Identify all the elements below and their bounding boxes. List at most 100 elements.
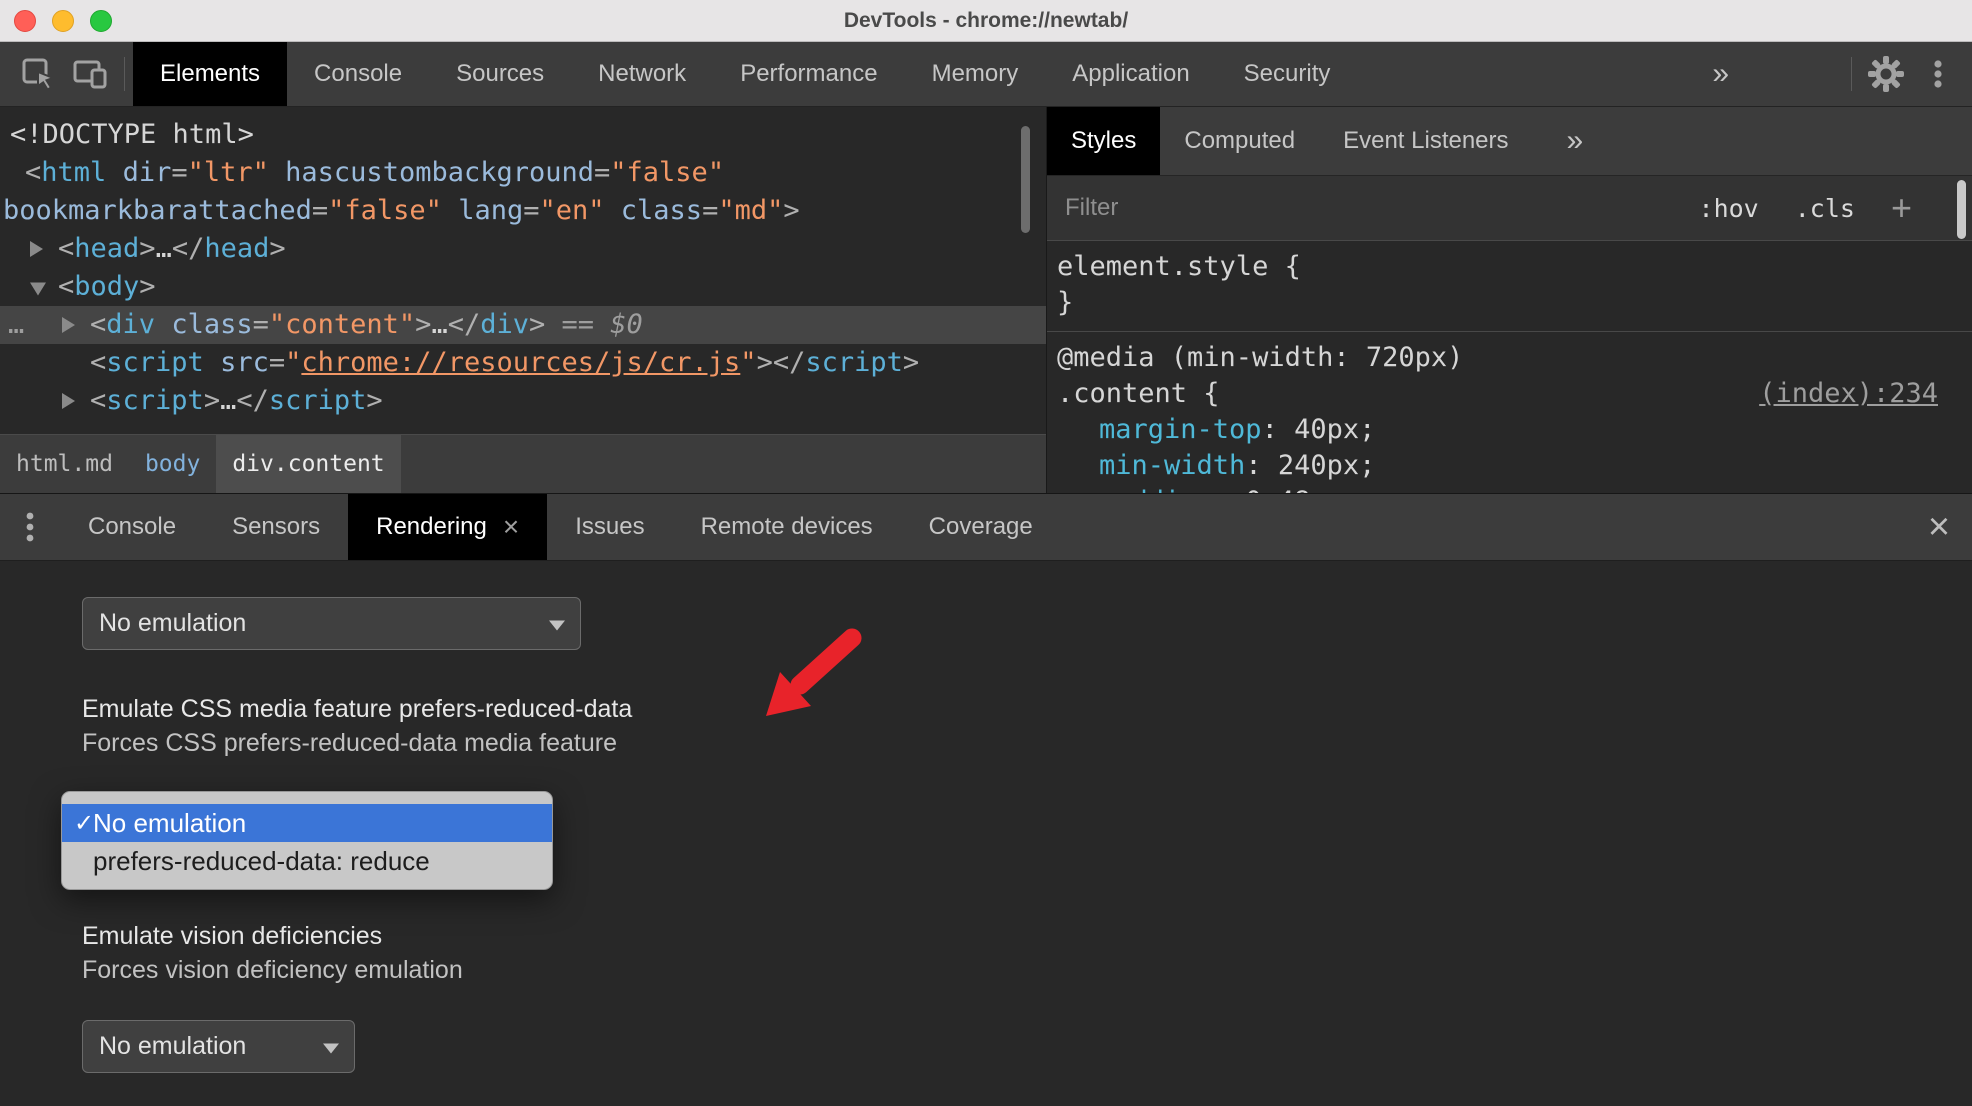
style-rule-line[interactable]: padding: 0 48px;	[1047, 484, 1972, 493]
close-drawer-icon[interactable]: ×	[1906, 494, 1972, 560]
style-rule-line[interactable]: .content { (index):234	[1047, 376, 1972, 412]
code-token: ;	[1359, 450, 1376, 481]
tab-label: Performance	[740, 60, 878, 87]
styles-filter-row: Filter :hov .cls +	[1047, 176, 1972, 241]
new-style-rule-button[interactable]: +	[1891, 190, 1912, 226]
tab-label: Console	[88, 513, 177, 540]
dom-tree-node[interactable]: bookmarkbarattached="false" lang="en" cl…	[0, 192, 1046, 230]
style-rule-line[interactable]: margin-top: 40px;	[1047, 412, 1972, 448]
code-token: >	[783, 195, 800, 226]
style-rule-line[interactable]: element.style {	[1047, 249, 1972, 285]
node-overflow-icon[interactable]: …	[8, 306, 25, 344]
settings-button[interactable]	[1860, 42, 1912, 106]
drawer-tab-issues[interactable]: Issues	[547, 494, 672, 560]
style-rule-line[interactable]: min-width: 240px;	[1047, 448, 1972, 484]
code-token: 0 48px	[1245, 486, 1343, 493]
disclosure-collapsed-icon[interactable]	[62, 393, 75, 409]
disclosure-collapsed-icon[interactable]	[30, 241, 43, 257]
code-token: "false"	[328, 195, 442, 226]
tab-application[interactable]: Application	[1045, 42, 1216, 106]
code-token: …	[220, 385, 237, 416]
breadcrumb: html.md body div.content	[0, 434, 1046, 493]
dom-tree-node[interactable]: <body>	[0, 268, 1046, 306]
close-tab-icon[interactable]: ×	[503, 513, 519, 541]
elements-scrollbar[interactable]	[1021, 126, 1030, 233]
code-token: :	[1245, 450, 1278, 481]
code-token: >	[415, 309, 432, 340]
code-token: >	[203, 385, 221, 416]
breadcrumb-item-body[interactable]: body	[129, 435, 216, 493]
drawer-tab-coverage[interactable]: Coverage	[901, 494, 1061, 560]
code-token: head	[74, 233, 140, 264]
dom-tree-node[interactable]: <script src="chrome://resources/js/cr.js…	[0, 344, 1046, 382]
more-styles-tabs-icon[interactable]: »	[1545, 107, 1606, 175]
dropdown-option-prefers-reduced-data-reduce[interactable]: prefers-reduced-data: reduce	[62, 842, 552, 880]
styles-filter-input[interactable]: Filter	[1065, 194, 1699, 222]
code-token: ;	[1343, 486, 1359, 493]
main-menu-button[interactable]	[1912, 42, 1964, 106]
tab-elements[interactable]: Elements	[133, 42, 288, 106]
dom-tree-node[interactable]: <script>…</script>	[0, 382, 1046, 420]
tab-sources[interactable]: Sources	[429, 42, 571, 106]
device-toolbar-button[interactable]	[64, 42, 116, 106]
drawer-tab-remote-devices[interactable]: Remote devices	[673, 494, 901, 560]
toggle-element-state-button[interactable]: :hov	[1699, 194, 1759, 223]
code-token: <	[90, 347, 107, 378]
code-token: class	[620, 195, 703, 226]
code-token: .content {	[1057, 378, 1220, 409]
code-token: min-width	[1099, 450, 1246, 481]
tab-styles[interactable]: Styles	[1047, 107, 1161, 175]
code-token: >	[366, 385, 383, 416]
style-rule-line[interactable]: }	[1047, 285, 1972, 321]
code-token: }	[1057, 287, 1074, 318]
style-rule-line[interactable]: @media (min-width: 720px)	[1047, 340, 1972, 376]
styles-rules-list: element.style {} @media (min-width: 720px…	[1047, 241, 1972, 493]
drawer-menu-button[interactable]	[0, 494, 60, 560]
tab-label: Remote devices	[700, 513, 873, 540]
dom-tree-node[interactable]: <html dir="ltr" hascustombackground="fal…	[0, 154, 1046, 192]
code-token: dir	[122, 157, 172, 188]
select-value: No emulation	[99, 609, 247, 637]
breadcrumb-item-html-md[interactable]: html.md	[0, 435, 129, 493]
emulation-select-top[interactable]: No emulation	[82, 597, 581, 650]
more-panels-icon[interactable]: »	[1690, 42, 1751, 106]
stylesheet-source-link[interactable]: (index):234	[1759, 376, 1938, 412]
drawer-tab-rendering[interactable]: Rendering ×	[348, 494, 548, 560]
option-label: prefers-reduced-data: reduce	[93, 845, 430, 876]
tab-label: Application	[1072, 60, 1190, 87]
dom-tree-node[interactable]: … <div class="content">…</div> == $0	[0, 306, 1046, 344]
dom-tree-node[interactable]: <!DOCTYPE html>	[0, 116, 1046, 154]
panel-tab-bar: Elements Console Sources Network Performance…	[133, 42, 1357, 106]
tab-network[interactable]: Network	[571, 42, 713, 106]
vision-deficiency-select[interactable]: No emulation	[82, 1020, 355, 1073]
chevron-down-icon	[323, 1043, 339, 1053]
tab-label: Rendering	[376, 513, 487, 540]
code-token: …	[155, 233, 172, 264]
tab-computed[interactable]: Computed	[1160, 107, 1319, 175]
inspect-element-button[interactable]	[12, 42, 64, 106]
tab-security[interactable]: Security	[1217, 42, 1358, 106]
code-token: <	[90, 309, 107, 340]
drawer-tab-console[interactable]: Console	[60, 494, 204, 560]
disclosure-collapsed-icon[interactable]	[62, 317, 75, 333]
tab-event-listeners[interactable]: Event Listeners	[1319, 107, 1532, 175]
disclosure-expanded-icon[interactable]	[30, 282, 46, 296]
code-token: "en"	[539, 195, 605, 226]
tab-memory[interactable]: Memory	[905, 42, 1046, 106]
breadcrumb-item-div-content[interactable]: div.content	[216, 435, 401, 493]
tab-label: Coverage	[928, 513, 1033, 540]
window-title: DevTools - chrome://newtab/	[843, 9, 1129, 32]
styles-scrollbar[interactable]	[1957, 180, 1966, 239]
toolbar-divider	[1851, 57, 1852, 91]
dom-tree-node[interactable]: <head>…</head>	[0, 230, 1046, 268]
style-rule: @media (min-width: 720px) .content { (inde…	[1047, 331, 1972, 493]
tab-console[interactable]: Console	[287, 42, 429, 106]
tab-performance[interactable]: Performance	[713, 42, 904, 106]
dropdown-option-no-emulation[interactable]: ✓ No emulation	[62, 804, 552, 842]
toolbar-divider	[124, 57, 125, 91]
code-token: <	[25, 157, 42, 188]
element-classes-button[interactable]: .cls	[1795, 194, 1855, 223]
drawer-tab-sensors[interactable]: Sensors	[204, 494, 348, 560]
